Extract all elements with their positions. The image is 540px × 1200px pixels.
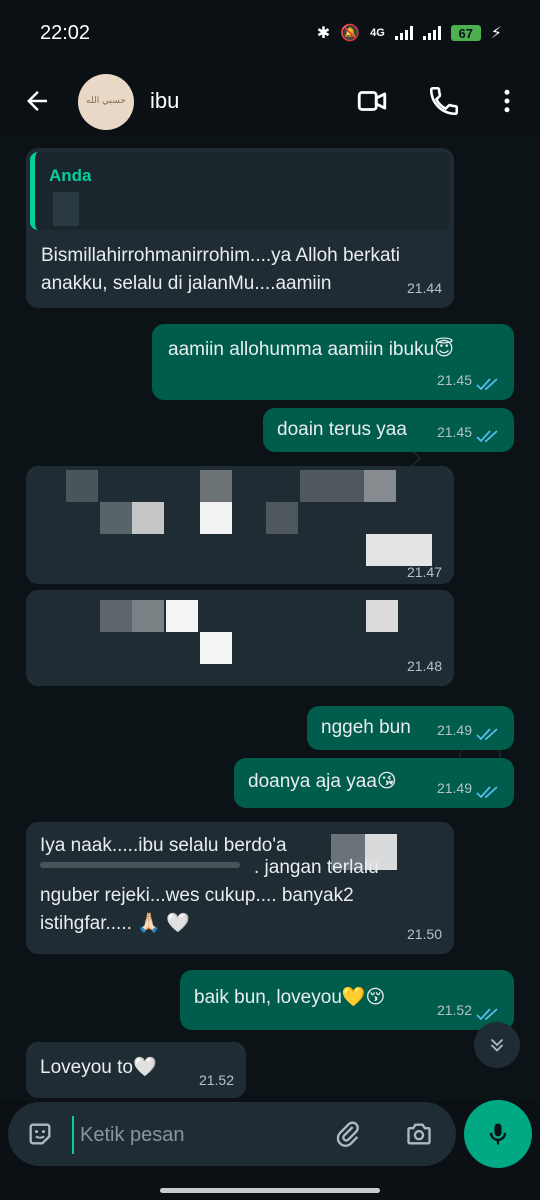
arrow-left-icon[interactable] [22, 86, 52, 116]
network-type: 4G [370, 27, 385, 39]
censor-block [53, 192, 79, 226]
contact-name[interactable]: ibu [150, 88, 179, 114]
message-bubble-outgoing[interactable]: aamiin allohumma aamiin ibuku😇 21.45 [152, 324, 514, 400]
message-bubble-outgoing[interactable]: nggeh bun 21.49 [307, 706, 514, 750]
censor-block [100, 502, 132, 534]
censor-block [40, 862, 240, 868]
message-text: doain terus yaa [277, 419, 407, 440]
message-time: 21.47 [406, 564, 442, 580]
read-ticks-icon [476, 728, 498, 741]
message-bubble-outgoing[interactable]: doanya aja yaa😘 21.49 [234, 758, 514, 808]
phone-icon[interactable] [427, 84, 461, 118]
read-ticks-icon [476, 786, 498, 799]
message-text-line2: . jangan terlalu [254, 857, 379, 878]
charging-icon: ⚡ [490, 25, 502, 42]
message-time: 21.49 [436, 780, 472, 796]
home-indicator[interactable] [160, 1188, 380, 1193]
message-bubble-incoming[interactable]: Loveyou to🤍 21.52 [26, 1042, 246, 1098]
censor-block [132, 600, 164, 632]
censor-block [200, 632, 232, 664]
signal-icon [394, 26, 413, 40]
message-time: 21.49 [436, 722, 472, 738]
message-time: 21.45 [436, 424, 472, 440]
censor-block [132, 502, 164, 534]
message-text: baik bun, loveyou💛😚 [194, 987, 386, 1008]
sticker-icon[interactable] [26, 1120, 54, 1148]
double-chevron-down-icon [490, 1038, 504, 1052]
censor-block [166, 600, 198, 632]
chat-header: حسبي الله ibu [0, 66, 540, 138]
paperclip-icon[interactable] [334, 1120, 362, 1148]
message-text: doanya aja yaa😘 [248, 771, 397, 792]
quoted-sender: Anda [49, 166, 92, 185]
avatar-caption: حسبي الله [86, 96, 126, 107]
message-text-line1: Iya naak.....ibu selalu berdo'a [40, 835, 287, 856]
message-time: 21.45 [436, 372, 472, 388]
message-composer [8, 1102, 456, 1166]
message-bubble-incoming[interactable]: Anda Bismillahirrohmanirrohim....ya Allo… [26, 148, 454, 308]
message-time: 21.52 [436, 1002, 472, 1018]
censor-block [300, 470, 364, 502]
message-bubble-outgoing[interactable]: baik bun, loveyou💛😚 21.52 [180, 970, 514, 1030]
battery-level: 67 [450, 25, 481, 41]
message-bubble-outgoing[interactable]: doain terus yaa 21.45 [263, 408, 514, 452]
avatar[interactable]: حسبي الله [78, 74, 134, 130]
message-text: aamiin allohumma aamiin ibuku😇 [168, 339, 454, 360]
message-time: 21.48 [406, 658, 442, 674]
message-text: Bismillahirrohmanirrohim....ya Alloh ber… [41, 245, 401, 294]
status-time: 22:02 [40, 21, 91, 44]
censor-block [366, 600, 398, 632]
scroll-to-bottom-button[interactable] [474, 1022, 520, 1068]
mic-icon [489, 1123, 507, 1145]
message-time: 21.52 [198, 1072, 234, 1088]
message-text-line3: nguber rejeki...wes cukup.... banyak2 [40, 885, 354, 906]
censor-block [66, 470, 98, 502]
read-ticks-icon [476, 1008, 498, 1021]
bluetooth-icon: ✱ [316, 25, 331, 42]
message-text: Loveyou to🤍 [40, 1057, 157, 1078]
read-ticks-icon [476, 430, 498, 443]
video-call-icon[interactable] [355, 84, 389, 118]
status-icons: ✱ 🔕 4G 67 ⚡ [317, 23, 502, 43]
censor-block [200, 470, 232, 502]
signal-icon-2 [422, 26, 441, 40]
message-time: 21.44 [406, 280, 442, 296]
censor-block [364, 470, 396, 502]
status-bar: 22:02 ✱ 🔕 4G 67 ⚡ [0, 0, 540, 66]
quoted-reply[interactable]: Anda [30, 152, 450, 230]
camera-icon[interactable] [404, 1120, 434, 1148]
silent-bell-icon: 🔕 [340, 25, 361, 42]
censor-block [266, 502, 298, 534]
message-bubble-incoming-censored[interactable]: 21.47 [26, 466, 454, 584]
message-bubble-incoming-censored[interactable]: 21.48 [26, 590, 454, 686]
mic-button[interactable] [464, 1100, 532, 1168]
censor-block [100, 600, 132, 632]
message-text-line4: istihgfar..... 🙏🏻 🤍 [40, 913, 190, 934]
more-vert-icon[interactable] [492, 84, 522, 118]
message-time: 21.50 [406, 926, 442, 942]
chat-area[interactable]: Anda Bismillahirrohmanirrohim....ya Allo… [0, 138, 540, 1100]
message-bubble-incoming[interactable]: Iya naak.....ibu selalu berdo'a . jangan… [26, 822, 454, 954]
read-ticks-icon [476, 378, 498, 391]
censor-block [200, 502, 232, 534]
message-text: nggeh bun [321, 717, 411, 738]
message-input[interactable] [72, 1116, 332, 1154]
